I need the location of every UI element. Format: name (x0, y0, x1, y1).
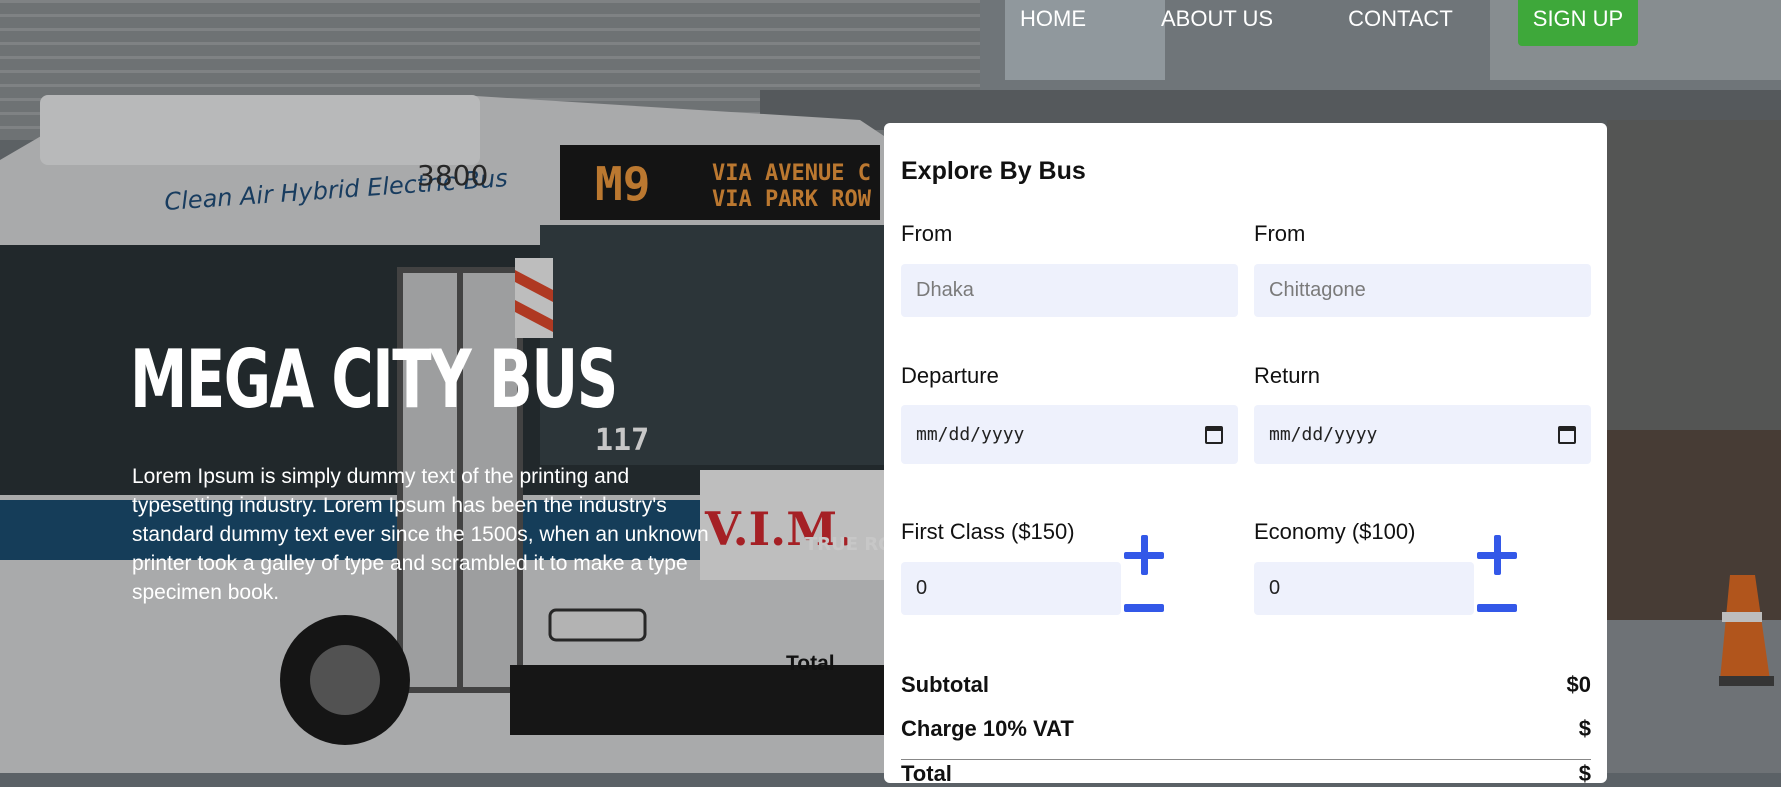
total-divider (901, 759, 1591, 760)
subtotal-row: Subtotal $0 (901, 672, 1591, 698)
return-date-input[interactable]: mm/dd/yyyy (1254, 405, 1591, 464)
total-row: Total $ (901, 761, 1591, 787)
first-class-minus-icon[interactable] (1124, 604, 1164, 612)
total-value: $ (1578, 761, 1591, 786)
from-input[interactable]: Dhaka (901, 264, 1238, 317)
vat-value: $ (1578, 716, 1591, 741)
nav-about-link[interactable]: ABOUT US (1161, 6, 1273, 32)
economy-plus-icon[interactable] (1477, 535, 1517, 575)
vat-label: Charge 10% VAT (901, 716, 1074, 741)
first-class-quantity-input[interactable]: 0 (901, 562, 1121, 615)
first-class-label: First Class ($150) (901, 519, 1075, 544)
signup-button[interactable]: SIGN UP (1517, 0, 1639, 46)
departure-date-value: mm/dd/yyyy (916, 424, 1025, 445)
total-label: Total (901, 761, 952, 786)
calendar-icon[interactable] (1558, 425, 1576, 444)
main-nav: HOME ABOUT US CONTACT SIGN UP (1020, 0, 1639, 46)
booking-title: Explore By Bus (901, 157, 1086, 185)
economy-label: Economy ($100) (1254, 519, 1416, 544)
from-label: From (901, 221, 953, 246)
departure-date-input[interactable]: mm/dd/yyyy (901, 405, 1238, 464)
calendar-icon[interactable] (1205, 425, 1223, 444)
economy-minus-icon[interactable] (1477, 604, 1517, 612)
stray-total-label: Total (786, 652, 835, 675)
to-label: From (1254, 221, 1306, 246)
subtotal-label: Subtotal (901, 672, 989, 697)
hero-title: MEGA CITY BUS (130, 333, 618, 426)
return-date-value: mm/dd/yyyy (1269, 424, 1378, 445)
nav-home-link[interactable]: HOME (1020, 6, 1086, 32)
booking-card: Explore By Bus From Dhaka From Chittagon… (884, 123, 1607, 786)
return-label: Return (1254, 363, 1321, 388)
hero-description: Lorem Ipsum is simply dummy text of the … (132, 465, 709, 604)
to-input[interactable]: Chittagone (1254, 264, 1591, 317)
subtotal-value: $0 (1566, 672, 1591, 697)
vat-row: Charge 10% VAT $ (901, 716, 1591, 742)
economy-quantity-input[interactable]: 0 (1254, 562, 1474, 615)
nav-contact-link[interactable]: CONTACT (1348, 6, 1453, 32)
first-class-plus-icon[interactable] (1124, 535, 1164, 575)
departure-label: Departure (901, 363, 999, 388)
